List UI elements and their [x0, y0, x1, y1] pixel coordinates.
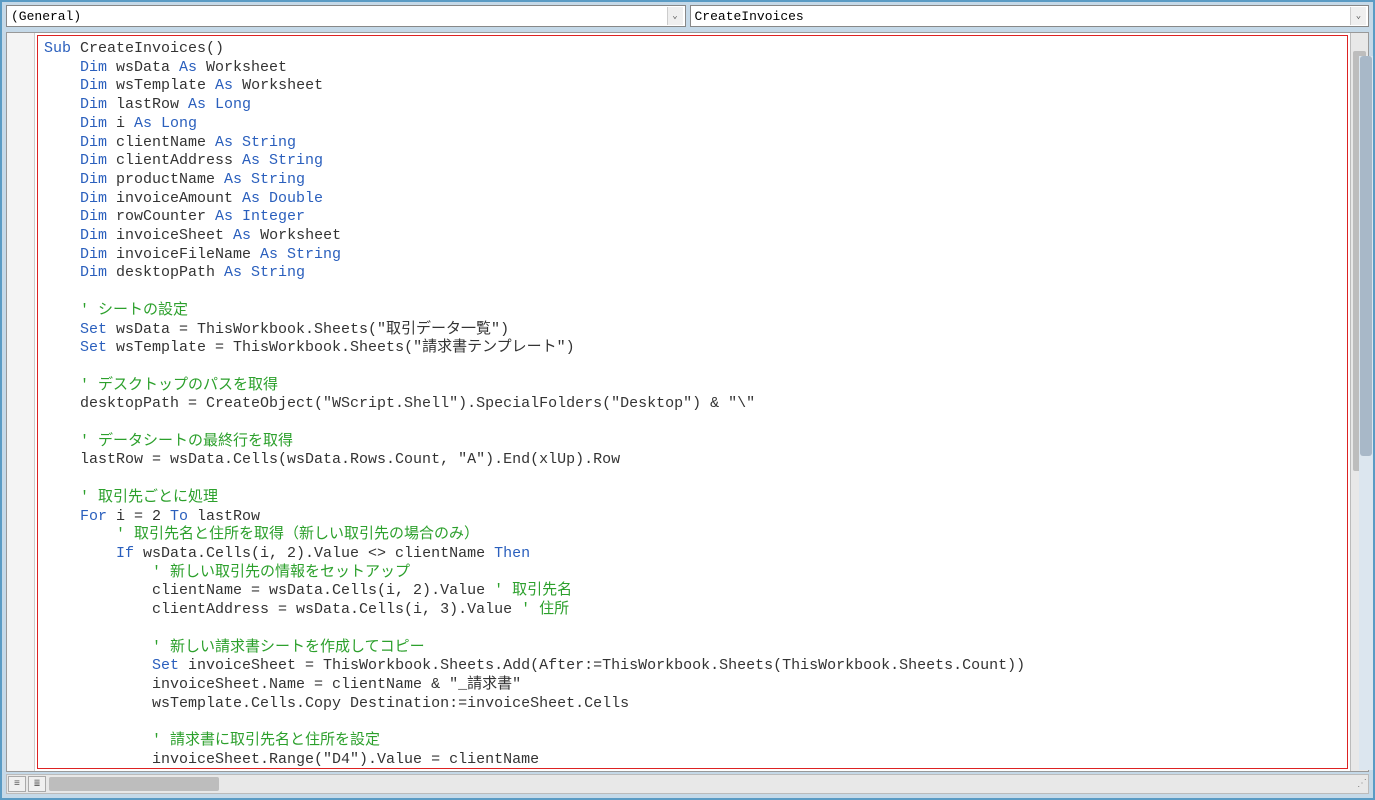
horizontal-scroll-thumb[interactable] — [49, 777, 219, 791]
code-pane[interactable]: Sub CreateInvoices() Dim wsData As Works… — [37, 35, 1348, 769]
outer-vertical-scroll-thumb[interactable] — [1360, 56, 1372, 456]
procedure-dropdown[interactable]: CreateInvoices ⌄ — [690, 5, 1370, 27]
outer-vertical-scrollbar[interactable] — [1359, 56, 1373, 770]
chevron-down-icon: ⌄ — [1350, 7, 1366, 25]
horizontal-scrollbar[interactable] — [49, 777, 1352, 791]
vbe-window: (General) ⌄ CreateInvoices ⌄ Sub CreateI… — [0, 0, 1375, 800]
bottom-bar: ≡ ≣ ⋰ — [6, 774, 1369, 794]
procedure-view-button[interactable]: ≡ — [8, 776, 26, 792]
chevron-down-icon: ⌄ — [667, 7, 683, 25]
margin-indicator-bar[interactable] — [7, 33, 35, 771]
editor-area: Sub CreateInvoices() Dim wsData As Works… — [6, 32, 1369, 772]
dropdown-bar: (General) ⌄ CreateInvoices ⌄ — [2, 2, 1373, 30]
resize-grip-icon[interactable]: ⋰ — [1354, 777, 1368, 791]
procedure-dropdown-value: CreateInvoices — [695, 9, 804, 24]
full-module-view-button[interactable]: ≣ — [28, 776, 46, 792]
object-dropdown[interactable]: (General) ⌄ — [6, 5, 686, 27]
object-dropdown-value: (General) — [11, 9, 81, 24]
code-wrap: Sub CreateInvoices() Dim wsData As Works… — [35, 33, 1350, 771]
